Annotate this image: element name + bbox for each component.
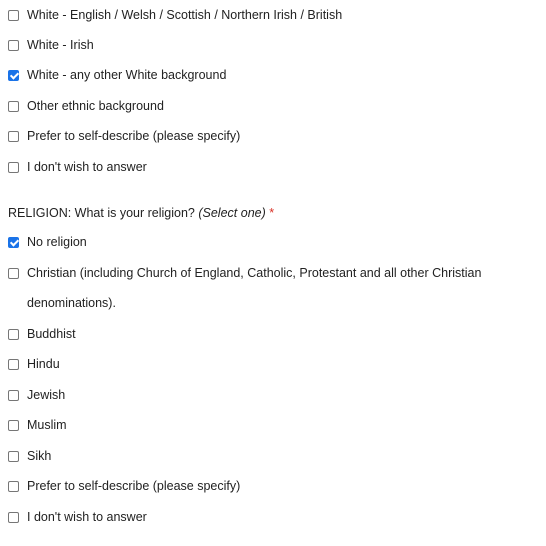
required-marker: *: [269, 206, 275, 220]
ethnicity-option-label: White - English / Welsh / Scottish / Nor…: [27, 8, 343, 22]
ethnicity-checkbox-white-irish[interactable]: [8, 39, 19, 51]
ethnicity-option-label: White - Irish: [27, 38, 94, 52]
ethnicity-option-white-irish[interactable]: White - Irish: [8, 35, 94, 55]
religion-option-self-describe[interactable]: Prefer to self-describe (please specify): [8, 476, 240, 496]
religion-option-label: Prefer to self-describe (please specify): [27, 479, 241, 493]
ethnicity-option-other[interactable]: Other ethnic background: [8, 96, 164, 116]
ethnicity-option-label: White - any other White background: [27, 68, 227, 82]
religion-option-no-answer[interactable]: I don't wish to answer: [8, 507, 147, 527]
ethnicity-checkbox-white-other[interactable]: [8, 69, 19, 81]
religion-option-label: Hindu: [27, 357, 60, 371]
religion-question-text: RELIGION: What is your religion?: [8, 206, 195, 220]
ethnicity-checkbox-white-british[interactable]: [8, 9, 19, 21]
religion-option-none[interactable]: No religion: [8, 232, 87, 252]
religion-option-label: Muslim: [27, 418, 67, 432]
ethnicity-option-label: Prefer to self-describe (please specify): [27, 129, 241, 143]
religion-option-label: Buddhist: [27, 327, 76, 341]
religion-checkbox-hindu[interactable]: [8, 358, 19, 370]
religion-option-label: Sikh: [27, 449, 52, 463]
religion-checkbox-jewish[interactable]: [8, 389, 19, 401]
religion-checkbox-self-describe[interactable]: [8, 480, 19, 492]
religion-option-label: I don't wish to answer: [27, 510, 147, 524]
ethnicity-option-self-describe[interactable]: Prefer to self-describe (please specify): [8, 126, 240, 146]
religion-checkbox-christian[interactable]: [8, 268, 19, 279]
religion-checkbox-none[interactable]: [8, 236, 19, 248]
religion-question-hint: (Select one): [198, 206, 266, 220]
religion-option-label: Jewish: [27, 388, 66, 402]
religion-option-christian[interactable]: Christian (including Church of England, …: [8, 263, 508, 319]
ethnicity-option-white-british[interactable]: White - English / Welsh / Scottish / Nor…: [8, 5, 342, 25]
religion-checkbox-sikh[interactable]: [8, 450, 19, 462]
religion-question-label: RELIGION: What is your religion? (Select…: [8, 203, 274, 223]
religion-option-label: Christian (including Church of England, …: [27, 266, 482, 310]
religion-option-sikh[interactable]: Sikh: [8, 446, 51, 466]
religion-option-hindu[interactable]: Hindu: [8, 354, 60, 374]
religion-option-buddhist[interactable]: Buddhist: [8, 324, 76, 344]
religion-checkbox-buddhist[interactable]: [8, 328, 19, 340]
ethnicity-option-label: Other ethnic background: [27, 99, 164, 113]
ethnicity-checkbox-self-describe[interactable]: [8, 130, 19, 142]
ethnicity-option-white-other[interactable]: White - any other White background: [8, 65, 226, 85]
religion-checkbox-no-answer[interactable]: [8, 511, 19, 523]
religion-option-jewish[interactable]: Jewish: [8, 385, 65, 405]
religion-option-label: No religion: [27, 235, 87, 249]
religion-option-muslim[interactable]: Muslim: [8, 415, 67, 435]
ethnicity-option-no-answer[interactable]: I don't wish to answer: [8, 157, 147, 177]
ethnicity-checkbox-no-answer[interactable]: [8, 161, 19, 173]
religion-checkbox-muslim[interactable]: [8, 419, 19, 431]
ethnicity-option-label: I don't wish to answer: [27, 160, 147, 174]
ethnicity-checkbox-other[interactable]: [8, 100, 19, 112]
